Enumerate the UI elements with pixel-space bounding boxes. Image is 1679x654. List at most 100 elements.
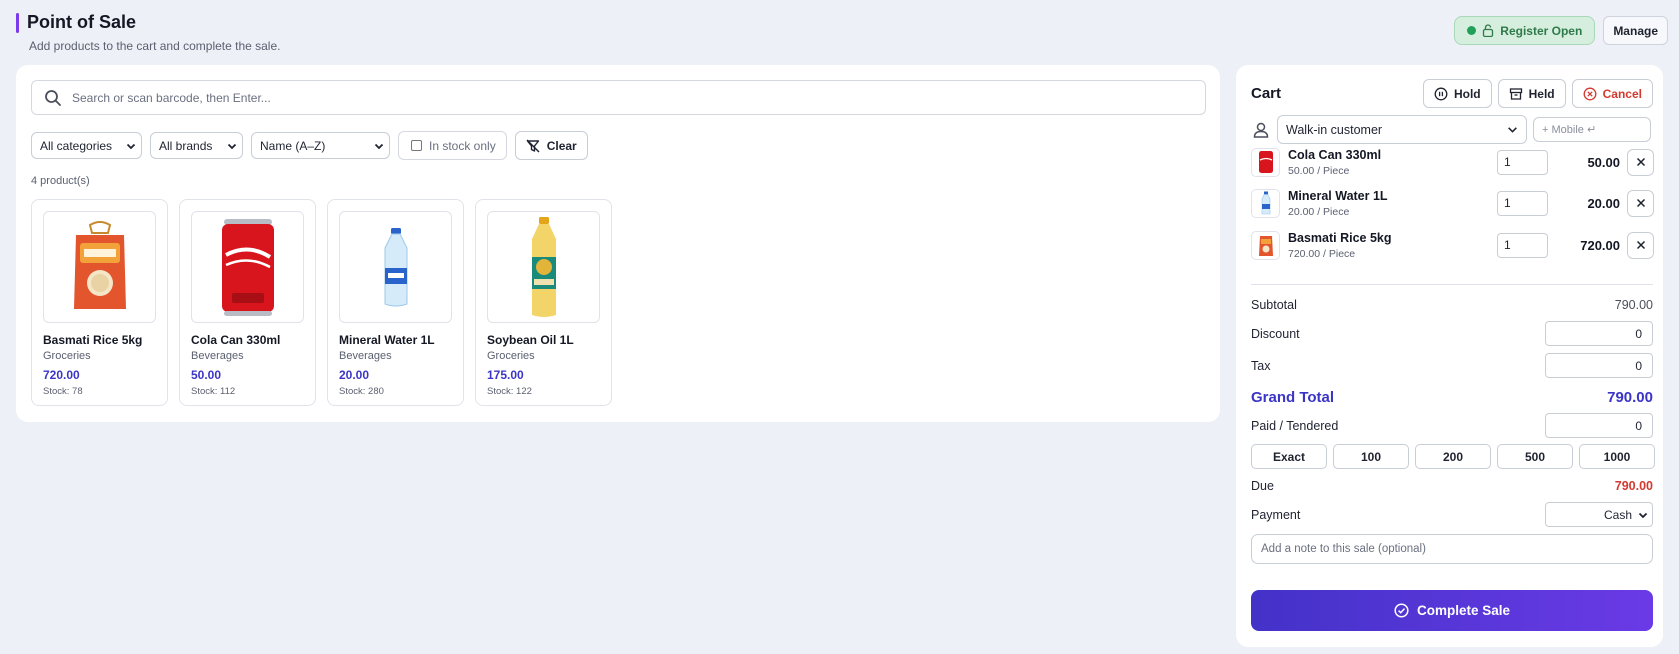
lock-open-icon <box>1483 24 1494 37</box>
user-icon <box>1253 122 1269 138</box>
page-header: Point of Sale Add products to the cart a… <box>16 12 280 53</box>
cart-item-name: Basmati Rice 5kg <box>1288 230 1392 245</box>
close-icon <box>1636 198 1645 208</box>
rice-bag-thumb <box>1251 230 1280 260</box>
x-circle-icon <box>1583 87 1597 100</box>
tender-500-button[interactable]: 500 <box>1497 444 1573 469</box>
tender-200-button[interactable]: 200 <box>1415 444 1491 469</box>
product-card[interactable]: Basmati Rice 5kg Groceries 720.00 Stock:… <box>31 199 168 406</box>
hold-button[interactable]: Hold <box>1422 79 1492 108</box>
cart-item-name: Cola Can 330ml <box>1288 147 1382 162</box>
cart-item: Basmati Rice 5kg 720.00 / Piece 1 720.00 <box>1251 227 1654 263</box>
manage-button[interactable]: Manage <box>1603 16 1668 45</box>
in-stock-checkbox[interactable] <box>411 140 422 151</box>
title-accent-bar <box>16 12 19 33</box>
paid-row: Paid / Tendered 0 <box>1251 413 1653 438</box>
subtotal-label: Subtotal <box>1251 298 1297 312</box>
subtotal-row: Subtotal 790.00 <box>1251 297 1653 313</box>
product-category: Groceries <box>43 350 91 362</box>
search-icon <box>45 89 61 106</box>
brand-select[interactable]: All brands <box>150 132 243 159</box>
customer-select-value: Walk-in customer <box>1286 122 1383 137</box>
close-icon <box>1636 240 1645 250</box>
sale-note-input[interactable]: Add a note to this sale (optional) <box>1251 534 1653 564</box>
cart-item-total: 720.00 <box>1580 237 1620 253</box>
clear-filters-button[interactable]: Clear <box>514 131 588 160</box>
paid-input[interactable]: 0 <box>1545 413 1653 438</box>
product-category: Groceries <box>487 350 535 362</box>
complete-sale-button[interactable]: Complete Sale <box>1251 590 1653 631</box>
clear-filters-label: Clear <box>546 138 577 153</box>
cart-title: Cart <box>1251 85 1282 102</box>
tax-label: Tax <box>1251 358 1271 373</box>
remove-item-button[interactable] <box>1627 189 1654 217</box>
chevron-down-icon <box>1508 127 1517 133</box>
filter-bar: All categories All brands Name (A–Z) In … <box>31 131 588 160</box>
payment-method-select[interactable]: Cash <box>1545 502 1653 527</box>
cart-item-total: 20.00 <box>1587 195 1620 211</box>
product-price: 720.00 <box>43 368 80 382</box>
in-stock-filter[interactable]: In stock only <box>398 131 507 160</box>
category-select[interactable]: All categories <box>31 132 142 159</box>
payment-row: Payment Cash <box>1251 502 1653 527</box>
tender-1000-button[interactable]: 1000 <box>1579 444 1655 469</box>
product-card[interactable]: Soybean Oil 1L Groceries 175.00 Stock: 1… <box>475 199 612 406</box>
held-button[interactable]: Held <box>1497 79 1566 108</box>
product-name: Mineral Water 1L <box>339 333 435 347</box>
cart-item: Mineral Water 1L 20.00 / Piece 1 20.00 <box>1251 185 1654 221</box>
customer-select[interactable]: Walk-in customer <box>1277 115 1527 144</box>
product-stock: Stock: 122 <box>487 386 532 397</box>
subtotal-value: 790.00 <box>1614 298 1653 312</box>
cart-divider <box>1251 284 1653 285</box>
remove-item-button[interactable] <box>1627 231 1654 259</box>
close-icon <box>1636 157 1645 167</box>
chevron-down-icon <box>1638 512 1648 518</box>
cart-item: Cola Can 330ml 50.00 / Piece 1 50.00 <box>1251 144 1654 180</box>
mobile-input[interactable]: + Mobile ↵ <box>1533 117 1651 142</box>
product-card[interactable]: Cola Can 330ml Beverages 50.00 Stock: 11… <box>179 199 316 406</box>
page-title: Point of Sale <box>27 12 137 32</box>
complete-sale-label: Complete Sale <box>1416 603 1511 618</box>
rice-bag-image <box>43 211 156 323</box>
cancel-button[interactable]: Cancel <box>1571 79 1653 108</box>
product-category: Beverages <box>191 350 244 362</box>
cart-item-total: 50.00 <box>1587 154 1620 170</box>
search-input[interactable] <box>72 90 1172 105</box>
payment-method-value: Cash <box>1603 507 1632 522</box>
held-label: Held <box>1528 86 1555 101</box>
cart-actions: Hold Held Cancel <box>1422 79 1653 108</box>
product-name: Cola Can 330ml <box>191 333 281 347</box>
cart-item-name: Mineral Water 1L <box>1288 188 1388 203</box>
register-status-badge[interactable]: Register Open <box>1454 16 1596 45</box>
sort-select[interactable]: Name (A–Z) <box>251 132 390 159</box>
grand-total-value: 790.00 <box>1607 388 1653 406</box>
tender-100-button[interactable]: 100 <box>1333 444 1409 469</box>
grand-total-row: Grand Total 790.00 <box>1251 387 1653 407</box>
product-card[interactable]: Mineral Water 1L Beverages 20.00 Stock: … <box>327 199 464 406</box>
tax-input[interactable]: 0 <box>1545 353 1653 378</box>
product-price: 20.00 <box>339 368 370 382</box>
discount-row: Discount 0 <box>1251 321 1653 346</box>
check-circle-icon <box>1394 603 1409 618</box>
remove-item-button[interactable] <box>1627 148 1654 176</box>
tender-exact-button[interactable]: Exact <box>1251 444 1327 469</box>
due-row: Due 790.00 <box>1251 478 1653 494</box>
product-stock: Stock: 280 <box>339 386 384 397</box>
product-name: Soybean Oil 1L <box>487 333 574 347</box>
quantity-input[interactable]: 1 <box>1497 149 1548 175</box>
tender-buttons: Exact 100 200 500 1000 <box>1251 444 1655 469</box>
search-box[interactable] <box>31 80 1206 115</box>
quantity-input[interactable]: 1 <box>1497 190 1548 216</box>
discount-label: Discount <box>1251 326 1300 341</box>
top-actions: Register Open Manage <box>1454 16 1668 45</box>
due-label: Due <box>1251 479 1274 493</box>
paid-label: Paid / Tendered <box>1251 418 1339 433</box>
products-panel: All categories All brands Name (A–Z) In … <box>16 65 1220 422</box>
cola-can-image <box>191 211 304 323</box>
quantity-input[interactable]: 1 <box>1497 232 1548 258</box>
water-bottle-thumb <box>1251 188 1280 218</box>
chevron-down-icon <box>126 143 136 149</box>
archive-icon <box>1509 87 1522 100</box>
brand-select-value: All brands <box>159 138 213 153</box>
discount-input[interactable]: 0 <box>1545 321 1653 346</box>
